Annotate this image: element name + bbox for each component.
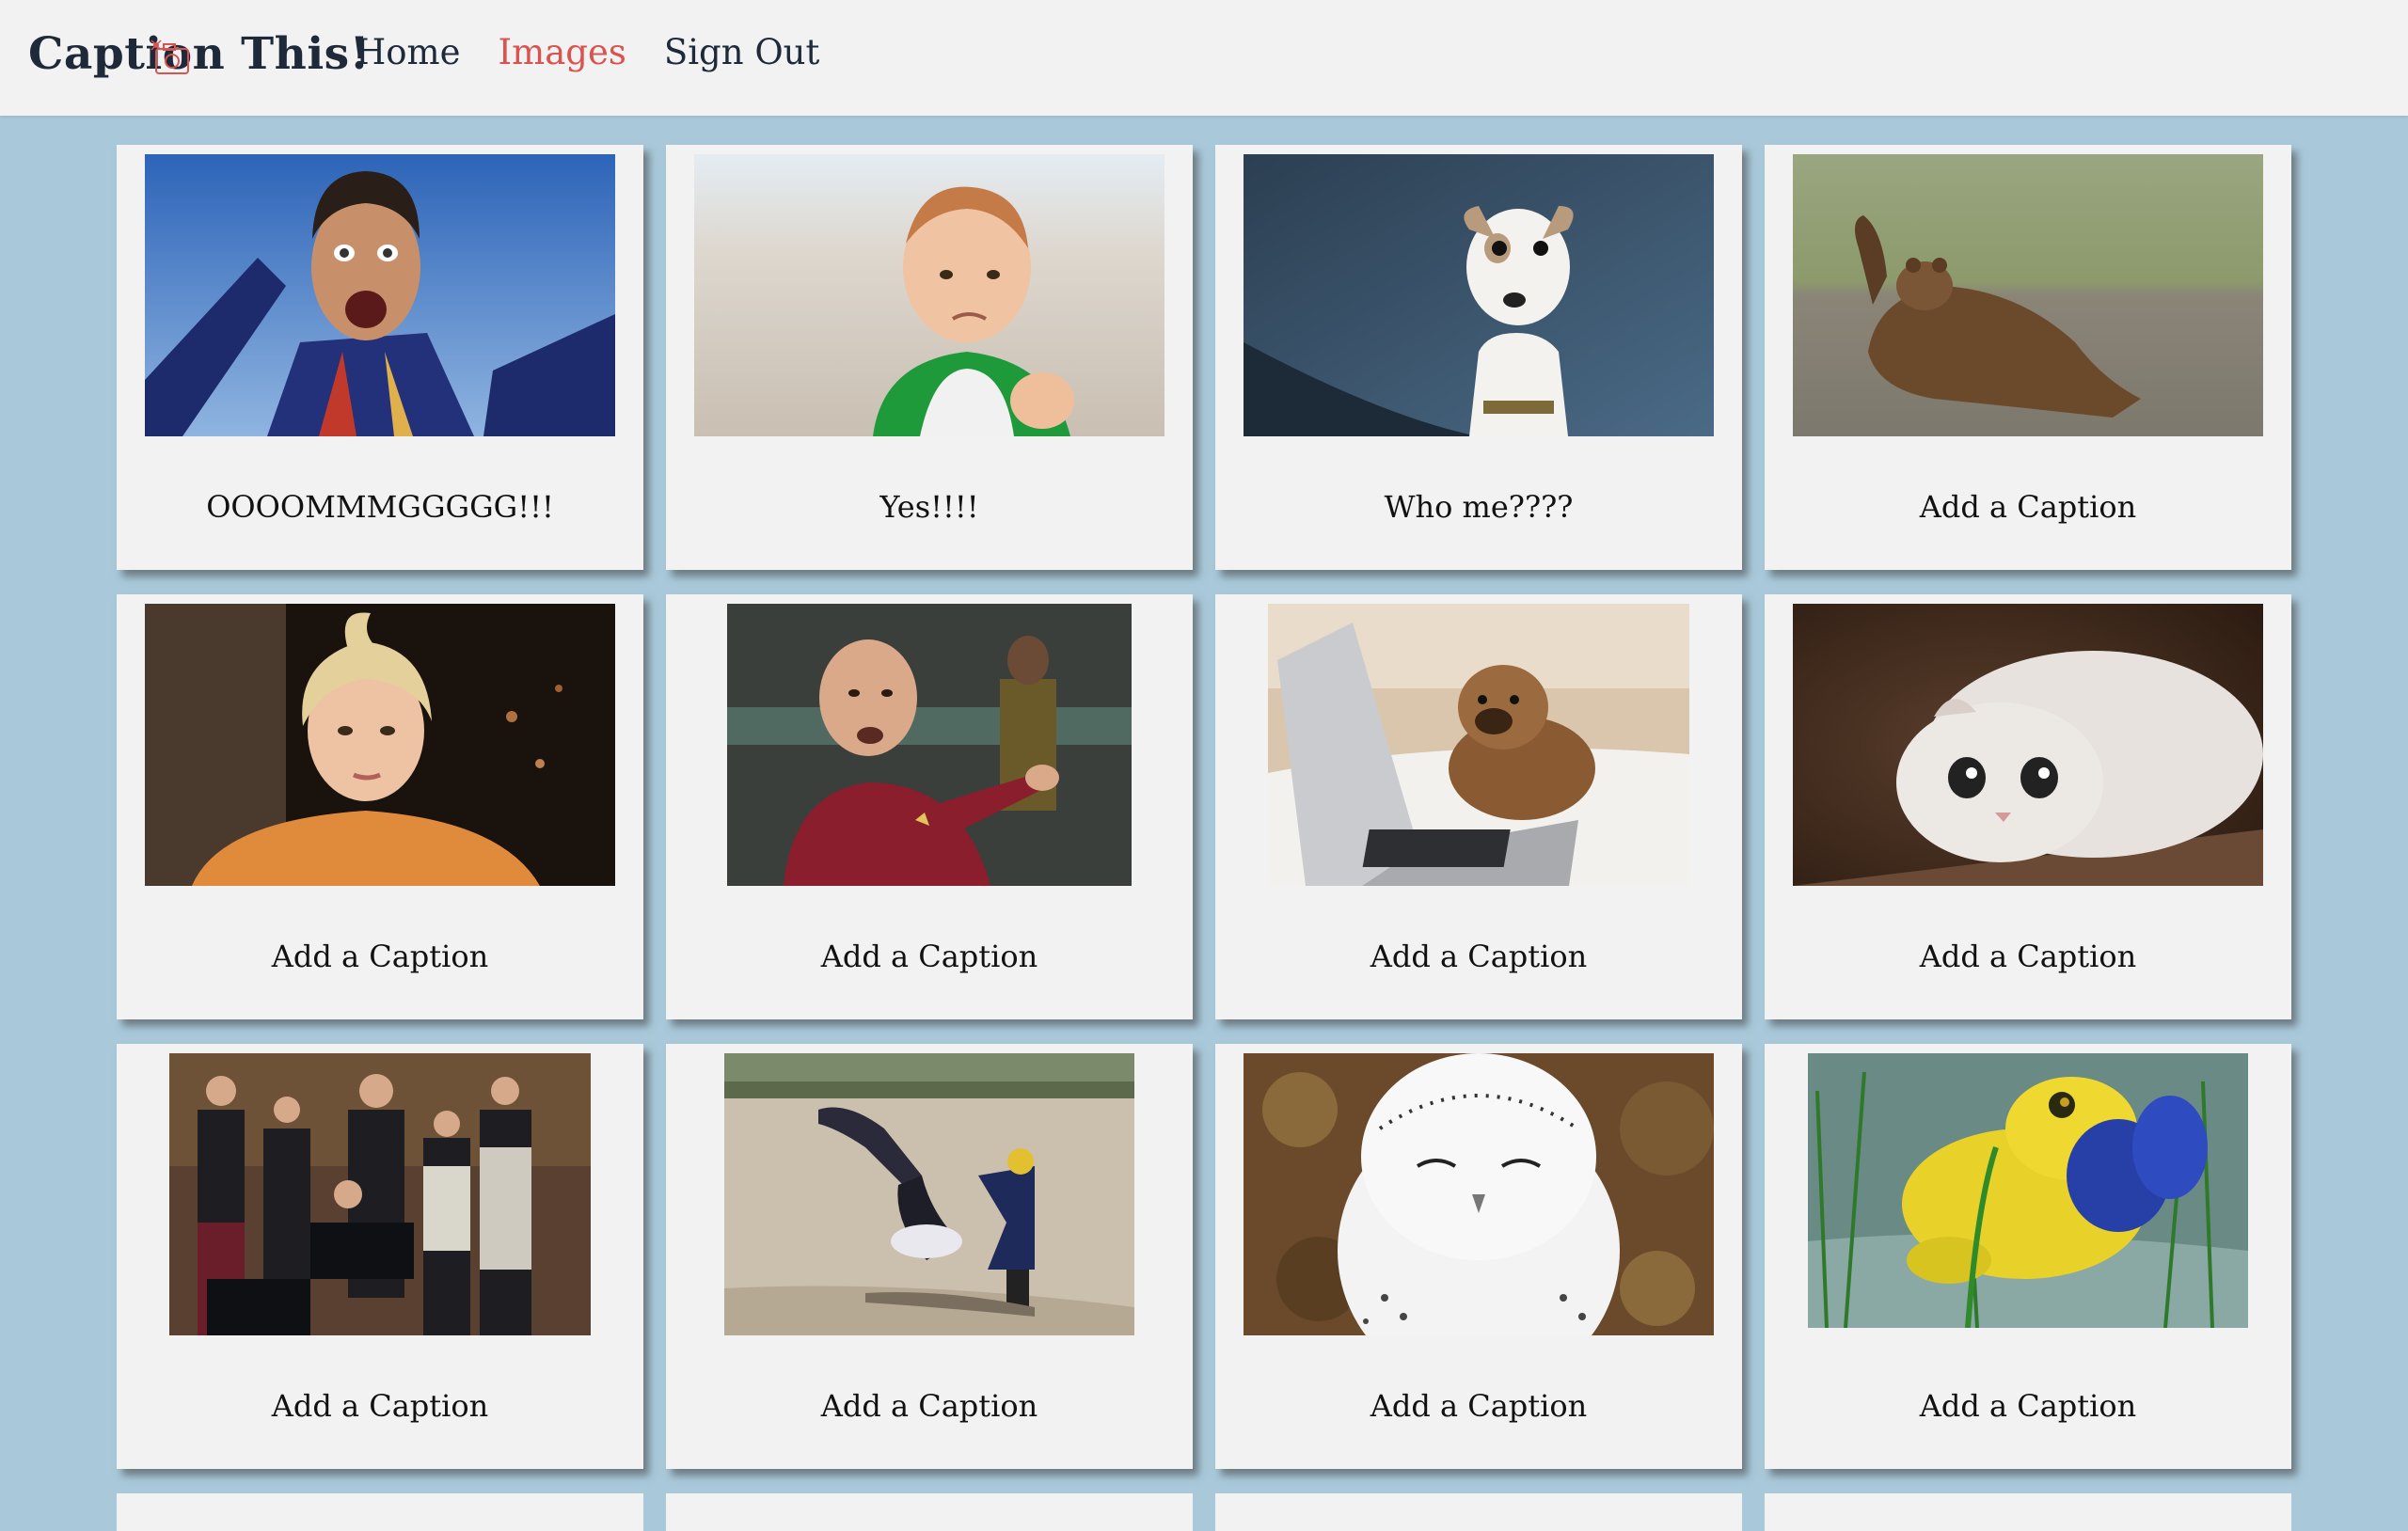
card-caption[interactable]: Add a Caption: [1765, 1388, 2291, 1424]
image-card: OOOOMMMGGGGG!!!: [117, 145, 643, 570]
image-card: Add a Caption: [1215, 594, 1742, 1019]
nav-home-link[interactable]: Home: [356, 32, 461, 72]
next-row-cards-partial: [117, 1493, 2291, 1531]
image-card: Add a Caption: [117, 594, 643, 1019]
card-caption[interactable]: Add a Caption: [117, 939, 643, 974]
image-flat-white-cat[interactable]: [1793, 604, 2263, 886]
image-card: Add a Caption: [1765, 145, 2291, 570]
card-caption[interactable]: Add a Caption: [1765, 489, 2291, 525]
image-group-at-computers[interactable]: [169, 1053, 591, 1335]
camera-icon: [150, 39, 189, 74]
image-man-in-blue-suit-shouting[interactable]: [145, 154, 615, 436]
image-person-falling-playground[interactable]: [724, 1053, 1134, 1335]
card-caption[interactable]: Who me????: [1215, 489, 1742, 525]
image-card-partial: [1215, 1493, 1742, 1531]
card-caption[interactable]: Add a Caption: [117, 1388, 643, 1424]
image-yellow-frog-blue-cheeks[interactable]: [1808, 1053, 2248, 1328]
image-card: Add a Caption: [117, 1044, 643, 1469]
image-card: Add a Caption: [666, 1044, 1193, 1469]
image-card-partial: [117, 1493, 643, 1531]
image-card: Add a Caption: [1765, 594, 2291, 1019]
image-card-partial: [1765, 1493, 2291, 1531]
card-caption[interactable]: Add a Caption: [666, 939, 1193, 974]
image-baby-fist-on-beach[interactable]: [694, 154, 1164, 436]
card-caption[interactable]: OOOOMMMGGGGG!!!: [117, 489, 643, 525]
image-surprised-white-dog[interactable]: [1244, 154, 1714, 436]
image-grid: OOOOMMMGGGGG!!! Yes!!!! Who me???? Add a…: [117, 145, 2291, 1469]
image-card-partial: [666, 1493, 1193, 1531]
card-caption[interactable]: Add a Caption: [1765, 939, 2291, 974]
image-smiling-snowy-owl[interactable]: [1244, 1053, 1714, 1335]
image-blonde-woman-messy-hair[interactable]: [145, 604, 615, 886]
image-starship-captain-gesturing[interactable]: [727, 604, 1132, 886]
image-card: Add a Caption: [1765, 1044, 2291, 1469]
brand-logo[interactable]: Caption This!: [28, 28, 370, 80]
image-card: Add a Caption: [1215, 1044, 1742, 1469]
image-bear-cub-waving[interactable]: [1793, 154, 2263, 436]
image-card: Add a Caption: [666, 594, 1193, 1019]
main-nav: Home Images Sign Out: [356, 32, 819, 72]
image-puppy-on-laptop[interactable]: [1268, 604, 1689, 886]
nav-images-link[interactable]: Images: [499, 32, 626, 72]
top-navbar: Caption This! Home Images Sign Out: [0, 0, 2408, 116]
image-card: Who me????: [1215, 145, 1742, 570]
image-card: Yes!!!!: [666, 145, 1193, 570]
nav-sign-out-link[interactable]: Sign Out: [664, 32, 820, 72]
card-caption[interactable]: Add a Caption: [1215, 1388, 1742, 1424]
card-caption[interactable]: Add a Caption: [666, 1388, 1193, 1424]
card-caption[interactable]: Yes!!!!: [666, 489, 1193, 525]
card-caption[interactable]: Add a Caption: [1215, 939, 1742, 974]
